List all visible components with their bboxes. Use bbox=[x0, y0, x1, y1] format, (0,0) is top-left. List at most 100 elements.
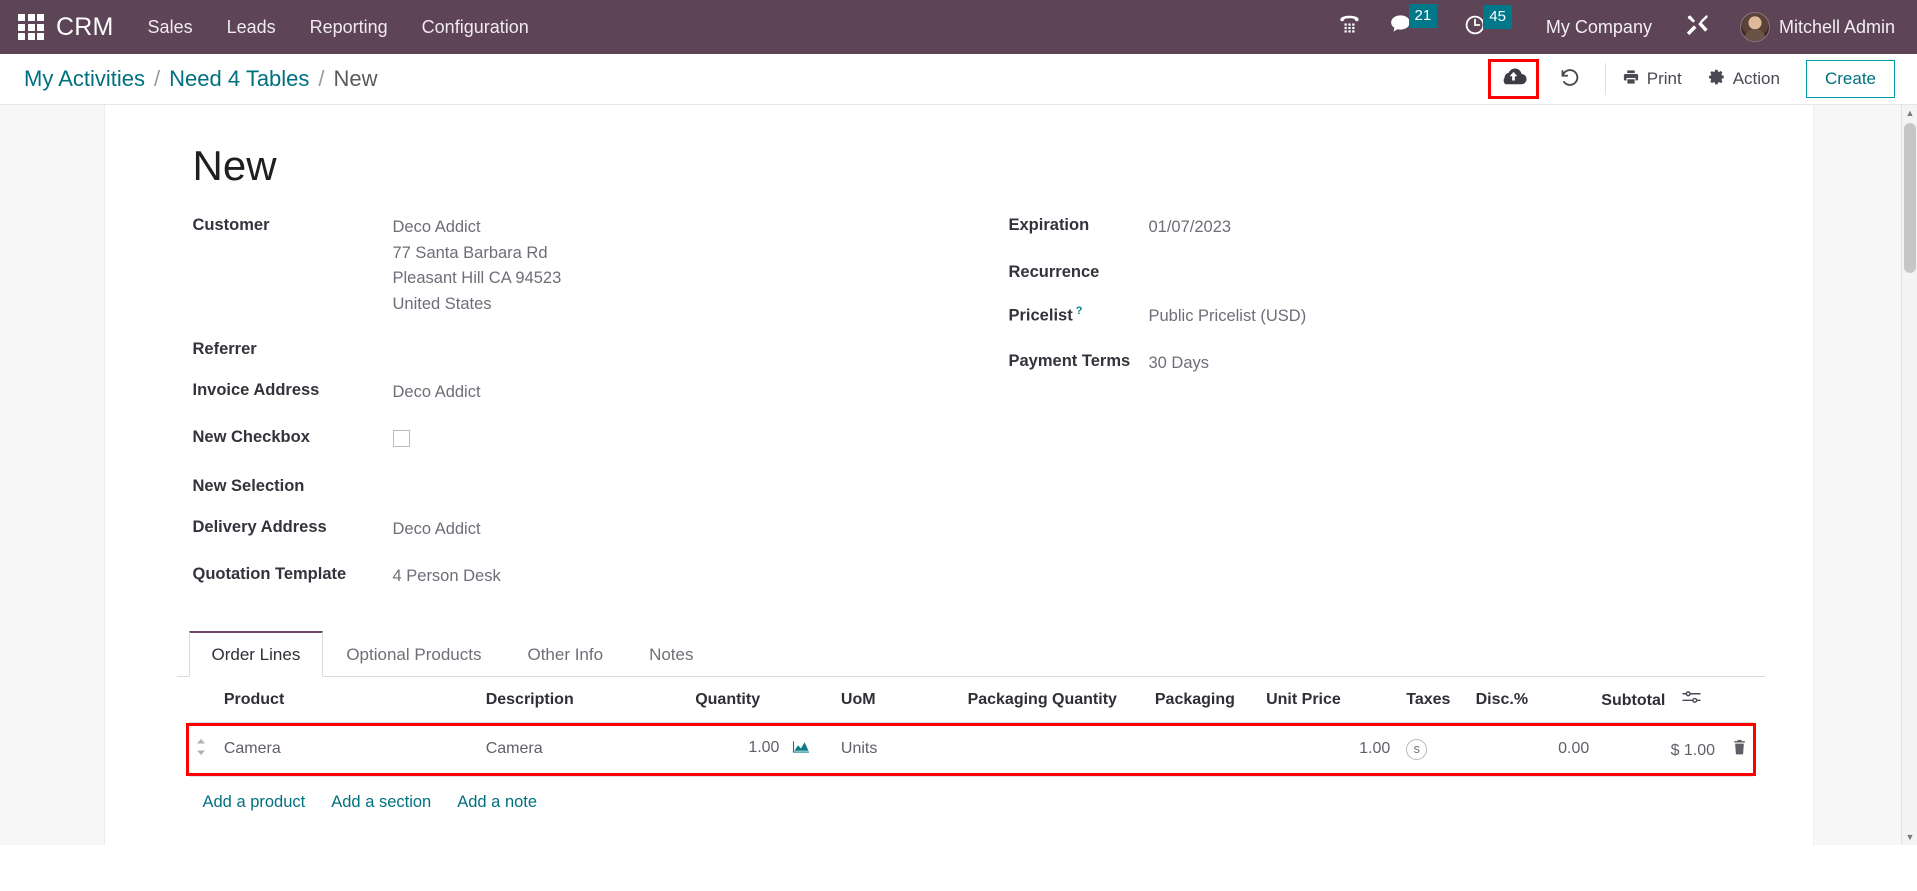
breadcrumb: My Activities / Need 4 Tables / New bbox=[24, 66, 378, 92]
discard-changes-button[interactable] bbox=[1549, 65, 1589, 94]
form-fields-grid: Customer Deco Addict 77 Santa Barbara Rd… bbox=[153, 215, 1765, 611]
row-drag-handle[interactable] bbox=[189, 726, 218, 773]
field-value-payment-terms[interactable]: 30 Days bbox=[1149, 351, 1210, 377]
column-options-icon[interactable] bbox=[1682, 690, 1701, 709]
field-value-delivery-address[interactable]: Deco Addict bbox=[393, 517, 481, 543]
control-panel-divider bbox=[1604, 63, 1606, 95]
trash-icon[interactable] bbox=[1732, 739, 1747, 759]
cell-unit-price[interactable]: 1.00 bbox=[1260, 726, 1396, 773]
new-checkbox-input[interactable] bbox=[392, 429, 410, 447]
cell-discount[interactable]: 0.00 bbox=[1470, 726, 1596, 773]
apps-grid-icon[interactable] bbox=[18, 14, 44, 40]
breadcrumb-separator: / bbox=[154, 66, 161, 91]
tab-optional-products[interactable]: Optional Products bbox=[323, 631, 504, 677]
field-recurrence: Recurrence bbox=[1009, 262, 1765, 282]
col-taxes[interactable]: Taxes bbox=[1396, 676, 1470, 723]
gear-icon bbox=[1708, 68, 1726, 91]
order-lines-table: Product Description Quantity UoM Packagi… bbox=[188, 676, 1753, 723]
cell-uom[interactable]: Units bbox=[815, 726, 962, 773]
col-discount[interactable]: Disc.% bbox=[1469, 676, 1596, 723]
field-quotation-template: Quotation Template 4 Person Desk bbox=[193, 564, 949, 590]
scroll-up-arrow-icon[interactable]: ▲ bbox=[1902, 105, 1917, 121]
cell-product[interactable]: Camera bbox=[218, 726, 480, 773]
add-a-product-link[interactable]: Add a product bbox=[203, 793, 306, 812]
drag-handle-icon[interactable] bbox=[195, 738, 209, 760]
tax-badge[interactable]: s bbox=[1406, 738, 1428, 760]
breadcrumb-item-my-activities[interactable]: My Activities bbox=[24, 66, 145, 92]
col-uom[interactable]: UoM bbox=[814, 676, 962, 723]
company-switcher[interactable]: My Company bbox=[1546, 17, 1652, 38]
field-value-new-checkbox bbox=[392, 427, 410, 456]
field-new-checkbox: New Checkbox bbox=[193, 427, 949, 456]
field-expiration: Expiration 01/07/2023 bbox=[1009, 215, 1765, 241]
undo-arrow-icon bbox=[1557, 65, 1581, 94]
nav-menu-leads[interactable]: Leads bbox=[227, 17, 276, 38]
col-description[interactable]: Description bbox=[479, 676, 690, 723]
col-packaging-quantity[interactable]: Packaging Quantity bbox=[961, 676, 1145, 723]
breadcrumb-separator: / bbox=[318, 66, 325, 91]
nav-menu-configuration[interactable]: Configuration bbox=[422, 17, 529, 38]
control-panel: My Activities / Need 4 Tables / New Prin… bbox=[0, 54, 1917, 105]
cell-subtotal: $ 1.00 bbox=[1595, 726, 1752, 773]
col-packaging[interactable]: Packaging bbox=[1144, 676, 1261, 723]
cell-description[interactable]: Camera bbox=[480, 726, 690, 773]
field-value-expiration[interactable]: 01/07/2023 bbox=[1149, 215, 1232, 241]
form-column-left: Customer Deco Addict 77 Santa Barbara Rd… bbox=[193, 215, 949, 611]
save-record-button[interactable] bbox=[1487, 59, 1539, 99]
tab-notes[interactable]: Notes bbox=[626, 631, 716, 677]
breadcrumb-item-current: New bbox=[333, 66, 378, 91]
order-lines-header-row: Product Description Quantity UoM Packagi… bbox=[188, 676, 1753, 723]
add-a-note-link[interactable]: Add a note bbox=[457, 793, 537, 812]
customer-name[interactable]: Deco Addict bbox=[393, 215, 562, 241]
developer-tools-button[interactable] bbox=[1684, 12, 1710, 43]
field-value-invoice-address[interactable]: Deco Addict bbox=[393, 380, 481, 406]
table-row[interactable]: Camera Camera 1.00 Units 1.00 s 0.00 $ 1… bbox=[189, 726, 1753, 773]
control-panel-buttons: Print Action Create bbox=[1487, 59, 1895, 99]
dialpad-phone-button[interactable] bbox=[1337, 12, 1362, 42]
tab-other-info[interactable]: Other Info bbox=[504, 631, 626, 677]
field-value-pricelist[interactable]: Public Pricelist (USD) bbox=[1149, 304, 1307, 330]
field-label-delivery-address: Delivery Address bbox=[192, 518, 327, 537]
app-brand-crm[interactable]: CRM bbox=[56, 13, 114, 42]
vertical-scrollbar[interactable]: ▲ ▼ bbox=[1901, 105, 1917, 845]
notebook: Order Lines Optional Products Other Info… bbox=[153, 630, 1765, 830]
field-label-new-selection: New Selection bbox=[192, 477, 305, 496]
col-quantity[interactable]: Quantity bbox=[689, 676, 815, 723]
notebook-tabs: Order Lines Optional Products Other Info… bbox=[176, 630, 1765, 677]
nav-menu-sales[interactable]: Sales bbox=[148, 17, 193, 38]
field-label-pricelist: Pricelist? bbox=[1009, 304, 1149, 326]
create-button[interactable]: Create bbox=[1805, 60, 1895, 98]
field-value-customer[interactable]: Deco Addict 77 Santa Barbara Rd Pleasant… bbox=[393, 215, 562, 317]
cell-packaging[interactable] bbox=[1145, 726, 1260, 773]
field-label-invoice-address: Invoice Address bbox=[192, 381, 320, 400]
field-label-new-checkbox: New Checkbox bbox=[192, 427, 310, 446]
field-delivery-address: Delivery Address Deco Addict bbox=[193, 517, 949, 543]
user-menu[interactable]: Mitchell Admin bbox=[1739, 12, 1895, 42]
cell-taxes[interactable]: s bbox=[1396, 726, 1469, 773]
scrollbar-thumb[interactable] bbox=[1904, 123, 1916, 273]
breadcrumb-item-need-4-tables[interactable]: Need 4 Tables bbox=[169, 66, 309, 92]
printer-icon bbox=[1622, 68, 1640, 91]
field-new-selection: New Selection bbox=[193, 476, 949, 496]
wrench-screwdriver-icon bbox=[1684, 12, 1710, 43]
action-menu-button[interactable]: Action bbox=[1708, 68, 1780, 91]
tab-order-lines[interactable]: Order Lines bbox=[188, 630, 324, 677]
col-handle bbox=[188, 676, 218, 723]
field-label-referrer: Referrer bbox=[192, 340, 257, 359]
pricelist-help-icon[interactable]: ? bbox=[1076, 305, 1083, 317]
field-referrer: Referrer bbox=[193, 339, 949, 359]
cell-quantity[interactable]: 1.00 bbox=[689, 726, 815, 773]
activities-button[interactable]: 45 bbox=[1463, 4, 1512, 42]
col-product[interactable]: Product bbox=[217, 676, 480, 723]
field-value-quotation-template[interactable]: 4 Person Desk bbox=[393, 564, 501, 590]
cell-packaging-quantity[interactable] bbox=[962, 726, 1145, 773]
forecast-chart-icon[interactable] bbox=[792, 740, 809, 759]
field-label-customer: Customer bbox=[192, 216, 270, 234]
add-a-section-link[interactable]: Add a section bbox=[331, 793, 431, 812]
scroll-down-arrow-icon[interactable]: ▼ bbox=[1902, 829, 1917, 845]
nav-menu-reporting[interactable]: Reporting bbox=[310, 17, 388, 38]
messages-button[interactable]: 21 bbox=[1388, 4, 1438, 42]
print-button[interactable]: Print bbox=[1622, 68, 1682, 91]
field-customer: Customer Deco Addict 77 Santa Barbara Rd… bbox=[193, 215, 949, 317]
col-unit-price[interactable]: Unit Price bbox=[1260, 676, 1397, 723]
